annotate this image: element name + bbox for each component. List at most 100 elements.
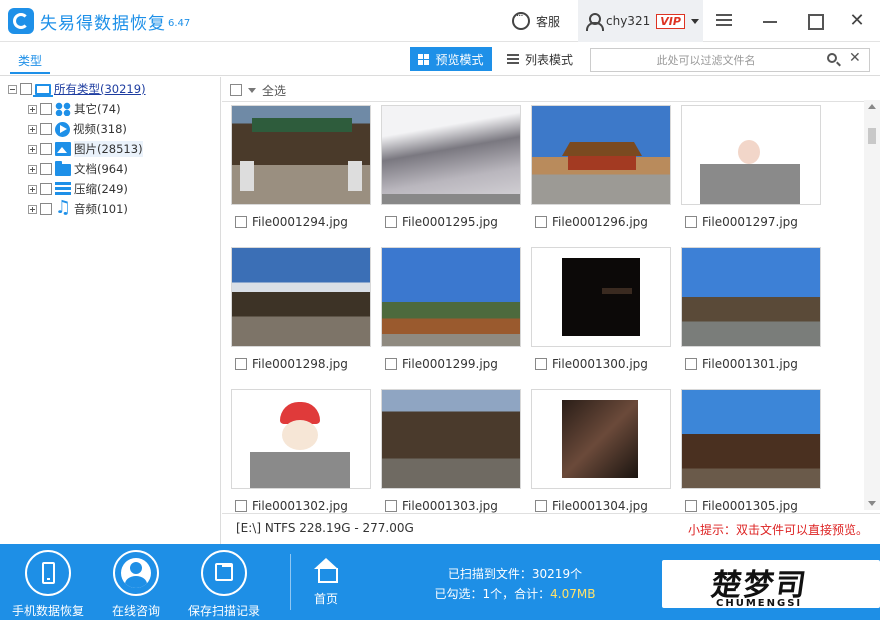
folder-icon bbox=[55, 161, 71, 176]
expand-icon[interactable] bbox=[28, 184, 37, 194]
computer-icon bbox=[33, 83, 53, 97]
audio-icon bbox=[55, 197, 71, 218]
scroll-thumb[interactable] bbox=[868, 128, 876, 144]
file-type-tree: 所有类型(30219) 其它(74) 视频(318) 图片(28513) 文档(… bbox=[0, 77, 221, 544]
tree-root[interactable]: 所有类型(30219) bbox=[8, 80, 146, 98]
file-checkbox[interactable] bbox=[235, 500, 247, 512]
file-name: File0001296.jpg bbox=[552, 215, 648, 229]
file-name: File0001302.jpg bbox=[252, 499, 348, 513]
home-button[interactable]: 首页 bbox=[300, 558, 352, 607]
file-thumbnail[interactable] bbox=[381, 389, 521, 489]
tree-item-label: 图片(28513) bbox=[74, 141, 143, 157]
file-name-row: File0001301.jpg bbox=[685, 357, 798, 371]
file-name-row: File0001303.jpg bbox=[385, 499, 498, 513]
tree-root-checkbox[interactable] bbox=[20, 83, 32, 95]
tree-item-checkbox[interactable] bbox=[40, 103, 52, 115]
list-mode-button[interactable]: 列表模式 bbox=[502, 47, 578, 71]
expand-icon[interactable] bbox=[28, 144, 37, 154]
tab-type[interactable]: 类型 bbox=[9, 52, 51, 74]
file-checkbox[interactable] bbox=[385, 216, 397, 228]
tree-item-image[interactable]: 图片(28513) bbox=[28, 140, 143, 158]
file-thumbnail[interactable] bbox=[681, 247, 821, 347]
tree-item-archive[interactable]: 压缩(249) bbox=[28, 180, 128, 198]
tree-item-checkbox[interactable] bbox=[40, 163, 52, 175]
expand-icon[interactable] bbox=[28, 164, 37, 174]
minimize-button[interactable] bbox=[760, 11, 782, 31]
tree-item-label: 文档(964) bbox=[74, 162, 128, 176]
phone-icon bbox=[42, 562, 55, 584]
select-all-label: 全选 bbox=[262, 83, 287, 98]
tree-item-label: 其它(74) bbox=[74, 102, 121, 116]
tree-item-audio[interactable]: 音频(101) bbox=[28, 197, 128, 218]
toolbar: 类型 预览模式 列表模式 ✕ bbox=[0, 42, 880, 76]
file-thumbnail[interactable] bbox=[531, 247, 671, 347]
user-account-menu[interactable]: chy321 VIP bbox=[578, 0, 703, 42]
caret-down-icon[interactable] bbox=[248, 87, 256, 93]
search-icon[interactable] bbox=[827, 53, 837, 63]
clear-search-icon[interactable]: ✕ bbox=[849, 50, 861, 66]
expand-icon[interactable] bbox=[28, 124, 37, 134]
scroll-down-icon[interactable] bbox=[868, 501, 876, 506]
file-name-row: File0001295.jpg bbox=[385, 215, 498, 229]
file-name-row: File0001299.jpg bbox=[385, 357, 498, 371]
tree-item-checkbox[interactable] bbox=[40, 203, 52, 215]
maximize-button[interactable] bbox=[804, 11, 826, 31]
phone-recovery-label: 手机数据恢复 bbox=[11, 604, 84, 618]
app-version: 6.47 bbox=[168, 18, 191, 29]
select-all-checkbox[interactable] bbox=[230, 84, 242, 96]
expand-icon[interactable] bbox=[28, 104, 37, 114]
menu-button[interactable] bbox=[716, 11, 738, 31]
file-checkbox[interactable] bbox=[535, 216, 547, 228]
file-checkbox[interactable] bbox=[535, 358, 547, 370]
file-thumbnail[interactable] bbox=[381, 247, 521, 347]
file-name: File0001301.jpg bbox=[702, 357, 798, 371]
preview-mode-label: 预览模式 bbox=[435, 52, 484, 67]
file-checkbox[interactable] bbox=[385, 358, 397, 370]
user-icon bbox=[586, 13, 604, 31]
file-thumbnail[interactable] bbox=[381, 105, 521, 205]
tree-root-label: 所有类型(30219) bbox=[54, 82, 146, 96]
file-name-row: File0001304.jpg bbox=[535, 499, 648, 513]
file-thumbnail[interactable] bbox=[231, 389, 371, 489]
save-scan-record-button[interactable]: 保存扫描记录 bbox=[184, 550, 264, 618]
file-checkbox[interactable] bbox=[535, 500, 547, 512]
file-thumbnail[interactable] bbox=[681, 389, 821, 489]
file-name: File0001295.jpg bbox=[402, 215, 498, 229]
file-thumbnail[interactable] bbox=[531, 389, 671, 489]
file-checkbox[interactable] bbox=[685, 358, 697, 370]
expand-icon[interactable] bbox=[28, 204, 37, 214]
preview-mode-button[interactable]: 预览模式 bbox=[410, 47, 492, 71]
tree-item-checkbox[interactable] bbox=[40, 183, 52, 195]
vip-badge: VIP bbox=[656, 13, 685, 29]
phone-recovery-button[interactable]: 手机数据恢复 bbox=[8, 550, 88, 618]
export-icon bbox=[215, 563, 233, 581]
file-name-row: File0001305.jpg bbox=[685, 499, 798, 513]
tree-item-checkbox[interactable] bbox=[40, 143, 52, 155]
file-checkbox[interactable] bbox=[235, 216, 247, 228]
tree-item-other[interactable]: 其它(74) bbox=[28, 100, 121, 118]
search-input[interactable] bbox=[595, 51, 817, 69]
home-icon bbox=[313, 558, 339, 583]
file-checkbox[interactable] bbox=[235, 358, 247, 370]
select-all[interactable]: 全选 bbox=[230, 82, 286, 98]
online-consult-button[interactable]: 在线咨询 bbox=[96, 550, 176, 618]
file-checkbox[interactable] bbox=[385, 500, 397, 512]
file-name: File0001298.jpg bbox=[252, 357, 348, 371]
file-thumbnail[interactable] bbox=[231, 247, 371, 347]
file-thumbnail[interactable] bbox=[681, 105, 821, 205]
collapse-icon[interactable] bbox=[8, 84, 17, 94]
status-line: [E:\] NTFS 228.19G - 277.00G 小提示：双击文件可以直… bbox=[222, 513, 880, 544]
tree-item-document[interactable]: 文档(964) bbox=[28, 160, 128, 178]
file-checkbox[interactable] bbox=[685, 216, 697, 228]
tree-item-checkbox[interactable] bbox=[40, 123, 52, 135]
close-button[interactable]: ✕ bbox=[846, 11, 868, 31]
vertical-scrollbar[interactable] bbox=[864, 100, 880, 510]
divider bbox=[222, 101, 880, 102]
tree-item-video[interactable]: 视频(318) bbox=[28, 120, 127, 138]
file-checkbox[interactable] bbox=[685, 500, 697, 512]
scroll-up-icon[interactable] bbox=[868, 104, 876, 109]
hint-text: 小提示：双击文件可以直接预览。 bbox=[687, 523, 868, 537]
file-thumbnail[interactable] bbox=[231, 105, 371, 205]
file-thumbnail[interactable] bbox=[531, 105, 671, 205]
customer-service-button[interactable]: 客服 bbox=[512, 11, 560, 31]
